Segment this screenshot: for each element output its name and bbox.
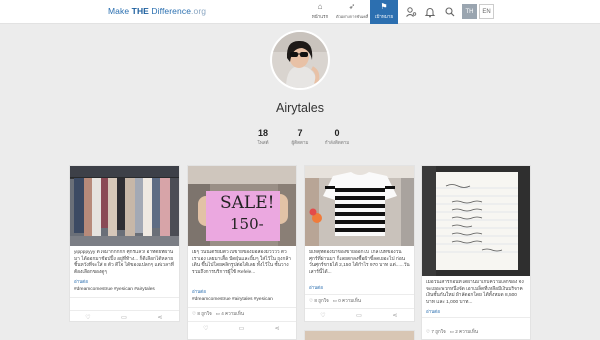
share-icon: ⋖ [157,315,163,321]
post-caption: เย่ๆ วันนี้เตรียมตัวไปขายของมือสองมัวววว… [192,250,291,275]
profile-avatar[interactable] [270,30,330,90]
site-logo[interactable]: Make THE Difference.org [108,6,206,16]
sale-sign-price: 150- [230,215,264,233]
target-icon: ⚑ [380,2,388,11]
comments-count: 4 ความเห็น [221,311,245,316]
card-divider [188,321,296,322]
post-card[interactable] [304,330,415,340]
comment-button[interactable]: ▭ [106,312,142,324]
profile-username: Airytales [276,101,324,115]
logo-the: THE [131,6,149,16]
comment-icon: ▭ [215,311,220,316]
read-more-link[interactable]: อ่านต่อ [309,284,323,291]
share-button[interactable]: ⋖ [259,323,295,335]
comment-icon: ▭ [449,329,454,334]
share-button[interactable]: ⋖ [142,312,178,324]
nav-home[interactable]: ⌂ หน้าแรก [306,0,334,24]
nav-goals-label: เป้าหมาย [374,14,394,19]
search-icon[interactable] [444,6,456,18]
home-icon: ⌂ [317,2,323,11]
share-button[interactable]: ⋖ [377,310,413,322]
post-card[interactable]: SALE! 150- เย่ๆ วันนี้เตรียมตัวไปขายของม… [187,165,297,340]
heart-icon: ♡ [426,329,431,334]
like-button[interactable]: ♡ [70,312,106,324]
card-divider [422,317,530,318]
share-icon: ⋖ [392,313,398,319]
likes-count: 7 ถูกใจ [431,329,446,334]
language-th-button[interactable]: TH [462,4,477,19]
top-navigation-bar: Make THE Difference.org ⌂ หน้าแรก ➶ ตัวอ… [0,0,600,24]
comment-button[interactable]: ▭ [224,323,260,335]
comment-icon: ▭ [238,326,245,332]
stat-following-label: กำลังติดตาม [324,140,350,145]
bell-icon[interactable] [424,6,436,18]
post-caption: มีเหตุที่ต้องนำของขายออกไป ใกล้ไปที่ของว… [309,250,410,275]
logo-domain: .org [191,6,207,16]
likes-count: 8 ถูกใจ [197,311,212,316]
post-caption: เมื่อวันเสาร์ก่อนที่ได้ผ่านมาเก็บความเล็… [426,280,524,305]
post-photo-striped-top[interactable] [305,166,414,246]
read-more-link[interactable]: อ่านต่อ [426,308,440,315]
nav-examples[interactable]: ➶ ตัวอย่างการขับเคลื่อน [336,0,368,24]
sale-sign-text: SALE! [220,193,275,213]
heart-icon: ♡ [203,326,209,332]
card-divider [305,294,414,295]
comment-icon: ▭ [121,315,127,321]
language-en-button[interactable]: EN [479,4,494,19]
post-stats: ♡ 7 ถูกใจ ▭ 2 ความเห็น [426,329,478,336]
card-divider [70,310,179,311]
user-settings-icon[interactable] [405,6,417,18]
read-more-link[interactable]: อ่านต่อ [192,288,206,295]
nav-examples-label: ตัวอย่างการขับเคลื่อน [336,14,368,19]
stat-following-value: 0 [334,128,340,138]
post-photo-notebook[interactable] [422,166,530,276]
comment-icon: ▭ [332,298,337,303]
like-button[interactable]: ♡ [188,323,224,335]
post-card[interactable]: yippppyyy ดีใจมากกกกก ศุกร์แล้ว! อาทิตย์… [69,165,180,322]
logo-make: Make [108,6,132,16]
card-divider [188,307,296,308]
post-photo-sale-sign[interactable]: SALE! 150- [188,166,296,246]
post-card[interactable]: มีเหตุที่ต้องนำของขายออกไป ใกล้ไปที่ของว… [304,165,415,322]
comments-count: 2 ความเห็น [455,329,479,334]
comments-count: 0 ความเห็น [338,298,362,303]
comment-button[interactable]: ▭ [341,310,377,322]
read-more-link[interactable]: อ่านต่อ [74,278,88,285]
post-actions: ♡ ▭ ⋖ [70,312,179,324]
like-button[interactable]: ♡ [305,310,341,322]
card-divider [305,308,414,309]
post-hashtags[interactable]: #dreamcomestrue #airytales #yesican [192,297,273,302]
likes-count: 8 ถูกใจ [314,298,329,303]
nav-home-label: หน้าแรก [311,14,329,19]
post-actions: ♡ ▭ ⋖ [188,323,296,335]
post-card[interactable]: เมื่อวันเสาร์ก่อนที่ได้ผ่านมาเก็บความเล็… [421,165,531,340]
post-stats: ♡ 8 ถูกใจ ▭ 0 ความเห็น [309,298,361,305]
post-caption: yippppyyy ดีใจมากกกกก ศุกร์แล้ว! อาทิตย์… [74,250,174,275]
heart-icon: ♡ [85,315,91,321]
post-photo[interactable] [305,331,414,340]
heart-icon: ♡ [320,313,326,319]
rocket-icon: ➶ [348,2,356,11]
post-photo-clothes-rack[interactable] [70,166,179,246]
stat-following[interactable]: 0 กำลังติดตาม [312,128,362,146]
comment-icon: ▭ [356,313,362,319]
nav-goals[interactable]: ⚑ เป้าหมาย [370,0,398,24]
post-actions: ♡ ▭ ⋖ [305,310,414,322]
post-stats: ♡ 8 ถูกใจ ▭ 4 ความเห็น [192,311,244,318]
post-hashtags[interactable]: #dreamcomestrue #yesican #airytales [74,287,155,292]
logo-difference: Difference [148,6,192,16]
card-divider [70,297,179,298]
share-icon: ⋖ [274,326,280,332]
heart-icon: ♡ [309,298,314,303]
heart-icon: ♡ [192,311,197,316]
